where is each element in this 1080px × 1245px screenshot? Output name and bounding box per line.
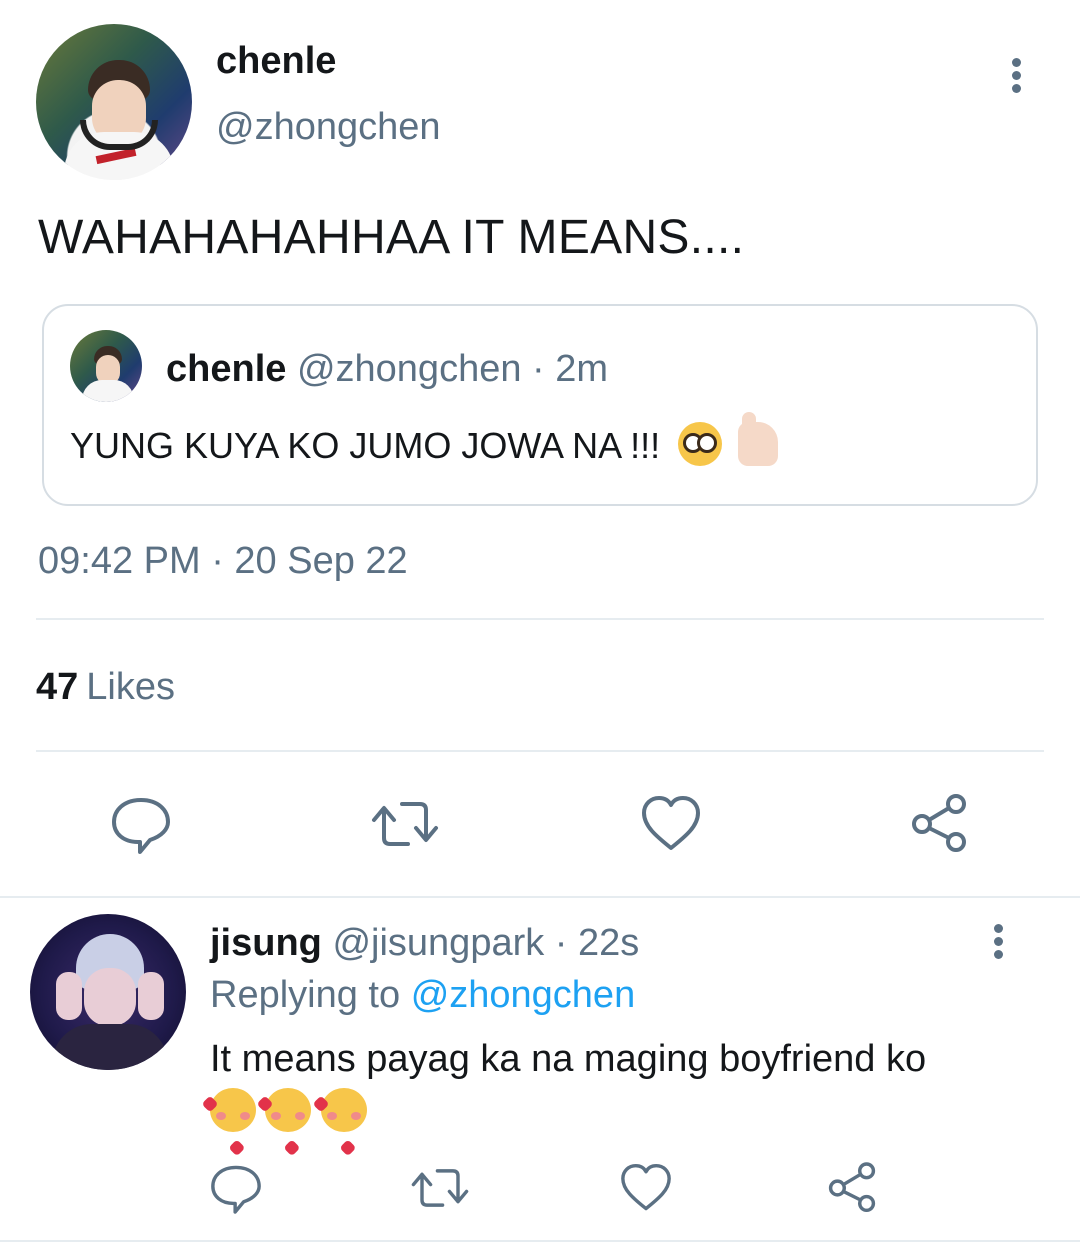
replying-to-link[interactable]: @zhongchen [411, 974, 636, 1016]
tweet-timestamp: 09:42 PM · 20 Sep 22 [38, 540, 408, 582]
retweet-icon[interactable] [410, 1160, 470, 1216]
reply-icon[interactable] [106, 792, 176, 856]
more-options-icon[interactable] [1000, 56, 1034, 96]
reply-author-avatar[interactable] [30, 914, 186, 1070]
quoted-author-avatar [70, 330, 142, 402]
author-handle[interactable]: @zhongchen [216, 106, 441, 149]
author-avatar[interactable] [36, 24, 192, 180]
like-icon[interactable] [636, 792, 706, 856]
author-name[interactable]: chenle [216, 40, 336, 83]
replying-to-row: Replying to @zhongchen [210, 974, 635, 1017]
likes-label: Likes [86, 666, 175, 708]
divider [36, 618, 1044, 620]
divider [0, 1240, 1080, 1242]
tweet-text: WAHAHAHAHHAA IT MEANS.... [38, 211, 745, 264]
quoted-meta: @zhongchen · 2m [296, 348, 609, 390]
reply-author-name[interactable]: jisung [210, 922, 322, 964]
smiling-face-with-hearts-emoji-icon [210, 1088, 256, 1132]
smiling-face-with-hearts-emoji-icon [320, 1088, 367, 1132]
quoted-text-row: YUNG KUYA KO JUMO JOWA NA !!! [70, 412, 779, 467]
thumbs-up-emoji-icon [738, 412, 779, 466]
quoted-header: chenle @zhongchen · 2m [166, 348, 608, 391]
section-divider [0, 896, 1080, 898]
quoted-author-name: chenle [166, 348, 287, 390]
quoted-tweet-card[interactable]: chenle @zhongchen · 2m YUNG KUYA KO JUMO… [42, 304, 1038, 506]
share-icon[interactable] [904, 792, 974, 856]
likes-count: 47 [36, 666, 79, 708]
quoted-text: YUNG KUYA KO JUMO JOWA NA !!! [70, 425, 661, 466]
tweet-detail-screen: chenle @zhongchen WAHAHAHAHHAA IT MEANS.… [0, 0, 1080, 1245]
likes-summary[interactable]: 47 Likes [36, 666, 175, 709]
nerd-face-emoji-icon [678, 422, 723, 466]
like-icon[interactable] [616, 1160, 676, 1216]
retweet-icon[interactable] [370, 792, 440, 856]
divider [36, 750, 1044, 752]
smiling-face-with-hearts-emoji-icon [265, 1088, 312, 1132]
more-options-icon[interactable] [982, 922, 1016, 962]
replying-to-label: Replying to [210, 974, 401, 1016]
reply-emoji-row [210, 1088, 372, 1134]
reply-header: jisung @jisungpark · 22s [210, 922, 639, 965]
reply-text: It means payag ka na maging boyfriend ko [210, 1038, 927, 1080]
reply-meta: @jisungpark · 22s [332, 922, 640, 964]
reply-icon[interactable] [206, 1160, 266, 1216]
share-icon[interactable] [822, 1160, 882, 1216]
